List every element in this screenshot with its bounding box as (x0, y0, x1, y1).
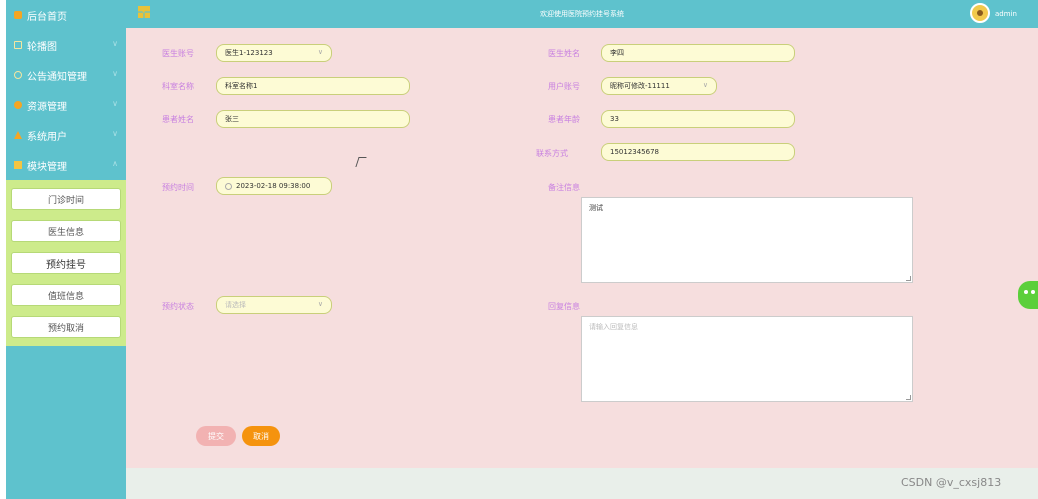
contact-field[interactable]: 15012345678 (601, 143, 795, 161)
watermark: CSDN @v_cxsj813 (901, 476, 1002, 489)
user-name[interactable]: admin (995, 10, 1017, 18)
doctor-name-label: 医生姓名 (548, 49, 580, 58)
chevron-down-icon: ∨ (112, 99, 118, 108)
resize-handle-icon[interactable] (906, 276, 911, 281)
sidebar-item-label: 轮播图 (27, 41, 57, 53)
sidebar-item-label: 模块管理 (27, 161, 67, 173)
doctor-account-label: 医生账号 (162, 49, 194, 58)
submenu-item-clinic-time[interactable]: 门诊时间 (11, 188, 121, 210)
app-title: 欢迎使用医院预约挂号系统 (540, 10, 624, 18)
sidebar-item-users[interactable]: 系统用户 ∨ (6, 120, 126, 150)
chevron-down-icon: ∨ (112, 69, 118, 78)
sidebar-item-modules[interactable]: 模块管理 ∧ (6, 150, 126, 180)
appt-status-label: 预约状态 (162, 302, 194, 311)
chevron-down-icon: ∨ (317, 48, 323, 56)
module-icon (14, 161, 22, 169)
clock-icon (225, 182, 232, 190)
sidebar-item-label: 公告通知管理 (27, 71, 87, 83)
appt-time-picker[interactable]: 2023-02-18 09:38:00 (216, 177, 332, 195)
patient-age-field[interactable]: 33 (601, 110, 795, 128)
doctor-account-select[interactable]: 医生1-123123 ∨ (216, 44, 332, 62)
sidebar-item-label: 资源管理 (27, 101, 67, 113)
user-account-select[interactable]: 昵称可修改-11111 ∨ (601, 77, 717, 95)
chevron-down-icon: ∨ (112, 39, 118, 48)
sidebar-item-home[interactable]: 后台首页 (6, 0, 126, 30)
sidebar-item-carousel[interactable]: 轮播图 ∨ (6, 30, 126, 60)
cancel-button[interactable]: 取消 (242, 426, 280, 446)
home-icon (14, 11, 22, 19)
dept-name-field[interactable]: 科室名称1 (216, 77, 410, 95)
submenu-item-appt-cancel[interactable]: 预约取消 (11, 316, 121, 338)
reply-textarea[interactable]: 请输入回复信息 (581, 316, 913, 402)
sidebar-item-resources[interactable]: 资源管理 ∨ (6, 90, 126, 120)
resize-handle-icon[interactable] (906, 395, 911, 400)
top-bar: 欢迎使用医院预约挂号系统 admin (126, 0, 1038, 28)
submenu-item-duty-info[interactable]: 值班信息 (11, 284, 121, 306)
coin-icon (14, 101, 22, 109)
reply-label: 回复信息 (548, 302, 580, 311)
submenu-item-doctor-info[interactable]: 医生信息 (11, 220, 121, 242)
user-icon (14, 131, 22, 139)
patient-name-label: 患者姓名 (162, 115, 194, 124)
main-form: 医生账号 医生1-123123 ∨ 医生姓名 李四 科室名称 科室名称1 用户账… (126, 28, 1038, 468)
avatar[interactable] (970, 3, 990, 23)
appt-status-select[interactable]: 请选择 ∨ (216, 296, 332, 314)
chevron-down-icon: ∨ (112, 129, 118, 138)
submenu-modules: 门诊时间 医生信息 预约挂号 值班信息 预约取消 (6, 180, 126, 346)
remarks-textarea[interactable]: 测试 (581, 197, 913, 283)
chevron-down-icon: ∨ (317, 300, 323, 308)
clock-icon (14, 71, 22, 79)
user-account-label: 用户账号 (548, 82, 580, 91)
sidebar-item-label: 后台首页 (27, 11, 67, 23)
appt-time-label: 预约时间 (162, 183, 194, 192)
dept-name-label: 科室名称 (162, 82, 194, 91)
submit-button[interactable]: 提交 (196, 426, 236, 446)
remarks-label: 备注信息 (548, 183, 580, 192)
chevron-up-icon: ∧ (112, 159, 118, 168)
image-icon (14, 41, 22, 49)
patient-name-field[interactable]: 张三 (216, 110, 410, 128)
submenu-item-appointment[interactable]: 预约挂号 (11, 252, 121, 274)
chevron-down-icon: ∨ (702, 81, 708, 89)
contact-label: 联系方式 (536, 149, 568, 158)
sidebar-item-label: 系统用户 (27, 131, 67, 143)
doctor-name-field[interactable]: 李四 (601, 44, 795, 62)
sidebar-item-notices[interactable]: 公告通知管理 ∨ (6, 60, 126, 90)
chat-icon[interactable] (1018, 281, 1038, 309)
patient-age-label: 患者年龄 (548, 115, 580, 124)
